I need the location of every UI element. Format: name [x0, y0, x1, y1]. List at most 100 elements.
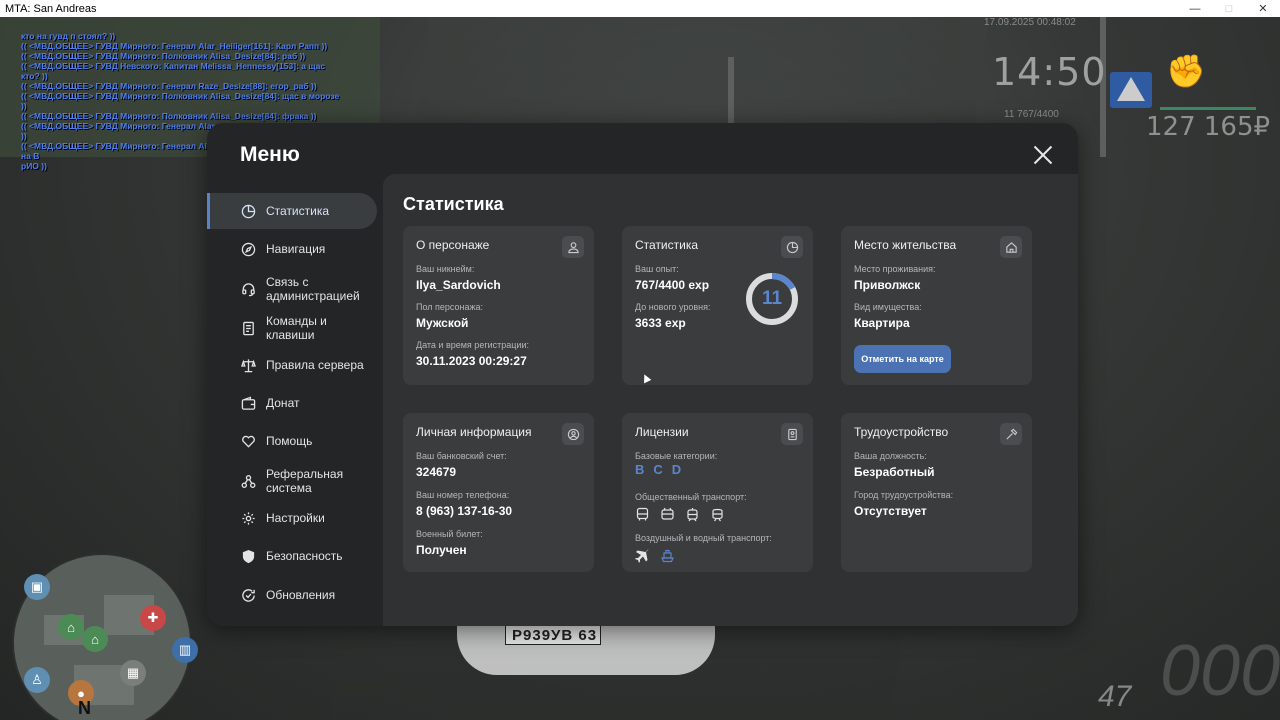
card-title: Личная информация	[416, 425, 532, 439]
license-plate: Р939УВ 63	[505, 625, 601, 645]
window-titlebar: MTA: San Andreas — □ ✕	[0, 0, 1280, 17]
exp-label: Ваш опыт:	[635, 264, 679, 274]
bus-icon: ▣	[24, 574, 50, 600]
modal-title: Меню	[240, 143, 300, 166]
gender-label: Пол персонажа:	[416, 302, 484, 312]
statistics-panel: Статистика О персонаже Ваш никнейм: Ilya…	[383, 174, 1078, 626]
work-city-value: Отсутствует	[854, 504, 927, 518]
hud-clock: 14:50	[992, 50, 1107, 94]
next-level-label: До нового уровня:	[635, 302, 711, 312]
pie-chart-icon	[781, 236, 803, 258]
card-title: Лицензии	[635, 425, 689, 439]
property-type-value: Квартира	[854, 316, 910, 330]
sidebar-item-admin-contact[interactable]: Связь с администрацией	[207, 269, 377, 309]
close-icon[interactable]	[1033, 145, 1053, 165]
minimize-button[interactable]: —	[1178, 0, 1212, 17]
air-water-icons	[635, 548, 675, 563]
position-value: Безработный	[854, 465, 935, 479]
sidebar-item-statistics[interactable]: Статистика	[207, 193, 377, 229]
residence-place-label: Место проживания:	[854, 264, 936, 274]
public-transport-icons	[635, 507, 725, 522]
chat-line: (( <МВД.ОБЩЕЕ> ГУВД Мирного: Генерал Raz…	[21, 81, 317, 91]
nickname-label: Ваш никнейм:	[416, 264, 475, 274]
user-circle-icon	[562, 423, 584, 445]
regdate-value: 30.11.2023 00:29:27	[416, 354, 527, 368]
boat-icon	[660, 548, 675, 563]
user-icon	[562, 236, 584, 258]
sidebar-item-label: Реферальная система	[266, 467, 344, 495]
chat-line: (( <МВД.ОБЩЕЕ> ГУВД Мирного: Полковник A…	[21, 111, 317, 121]
sidebar-item-label: Безопасность	[266, 549, 343, 563]
bank-value: 324679	[416, 465, 457, 479]
crosswalk-sign-icon	[1110, 72, 1152, 108]
sidebar-item-label: Команды и клавиши	[266, 314, 327, 342]
work-city-label: Город трудоустройства:	[854, 490, 954, 500]
sidebar-item-security[interactable]: Безопасность	[207, 538, 377, 574]
sidebar-item-donate[interactable]: Донат	[207, 385, 377, 421]
sidebar-item-updates[interactable]: Обновления	[207, 577, 377, 613]
compass-icon	[240, 241, 256, 257]
sidebar-item-server-rules[interactable]: Правила сервера	[207, 347, 377, 383]
sidebar-item-settings[interactable]: Настройки	[207, 500, 377, 536]
card-statistics: Статистика Ваш опыт: 767/4400 exp До нов…	[622, 226, 813, 385]
shirt-icon: ♙	[24, 667, 50, 693]
keyboard-icon	[240, 320, 256, 336]
base-categories-label: Базовые категории:	[635, 451, 718, 461]
gear-icon	[240, 510, 256, 526]
sidebar-item-label: Помощь	[266, 434, 313, 448]
phone-label: Ваш номер телефона:	[416, 490, 510, 500]
plane-icon	[635, 548, 650, 563]
next-level-value: 3633 exp	[635, 316, 686, 330]
atm-icon: ▦	[120, 660, 146, 686]
level-value: 11	[761, 288, 783, 309]
military-value: Получен	[416, 543, 467, 557]
building-icon: ▥	[172, 637, 198, 663]
card-title: О персонаже	[416, 238, 490, 252]
headset-icon	[240, 281, 256, 297]
sidebar-item-label: Настройки	[266, 511, 325, 525]
sidebar-item-label: Правила сервера	[266, 358, 364, 372]
trolleybus-icon	[660, 507, 675, 522]
card-title: Статистика	[635, 238, 699, 252]
license-category: B	[635, 462, 645, 477]
air-water-label: Воздушный и водный транспорт:	[635, 533, 772, 543]
shield-icon	[240, 548, 256, 564]
license-category: D	[671, 462, 682, 477]
military-label: Военный билет:	[416, 529, 483, 539]
bus-icon	[635, 507, 650, 522]
chat-line: (( <МВД.ОБЩЕЕ> ГУВД Мирного: Полковник A…	[21, 91, 340, 111]
sidebar-item-label: Донат	[266, 396, 300, 410]
page-title: Статистика	[403, 194, 504, 214]
sidebar-item-label: Связь с администрацией	[266, 275, 360, 303]
scales-icon	[240, 357, 256, 373]
card-licenses: Лицензии Базовые категории: B C D Общест…	[622, 413, 813, 572]
close-window-button[interactable]: ✕	[1246, 0, 1280, 17]
speedometer: 000	[1160, 631, 1280, 711]
heart-hand-icon	[240, 433, 256, 449]
phone-value: 8 (963) 137-16-30	[416, 504, 513, 518]
hammer-icon	[1000, 423, 1022, 445]
fist-icon: ✊	[1166, 53, 1206, 89]
sidebar-item-label: Статистика	[266, 204, 330, 218]
license-category: C	[653, 462, 663, 477]
exp-value: 767/4400 exp	[635, 278, 710, 292]
sidebar-item-referral[interactable]: Реферальная система	[207, 461, 377, 501]
hud-money: 127 165₽	[1146, 112, 1271, 142]
stats-icon	[240, 203, 256, 219]
position-label: Ваша должность:	[854, 451, 927, 461]
sidebar-item-navigation[interactable]: Навигация	[207, 231, 377, 267]
chat-line: (( <МВД.ОБЩЕЕ> ГУВД Невского: Капитан Me…	[21, 61, 326, 81]
card-title: Трудоустройство	[854, 425, 949, 439]
sidebar-item-help[interactable]: Помощь	[207, 423, 377, 459]
card-personal-info: Личная информация Ваш банковский счет: 3…	[403, 413, 594, 572]
wallet-icon	[240, 395, 256, 411]
minimap-north: N	[78, 698, 91, 718]
sidebar-item-label: Обновления	[266, 588, 336, 602]
maximize-button[interactable]: □	[1212, 0, 1246, 17]
mark-on-map-button[interactable]: Отметить на карте	[854, 345, 951, 373]
gender-value: Мужской	[416, 316, 469, 330]
card-character: О персонаже Ваш никнейм: Ilya_Sardovich …	[403, 226, 594, 385]
house-icon	[1000, 236, 1022, 258]
sidebar-item-commands[interactable]: Команды и клавиши	[207, 308, 377, 348]
card-title: Место жительства	[854, 238, 957, 252]
